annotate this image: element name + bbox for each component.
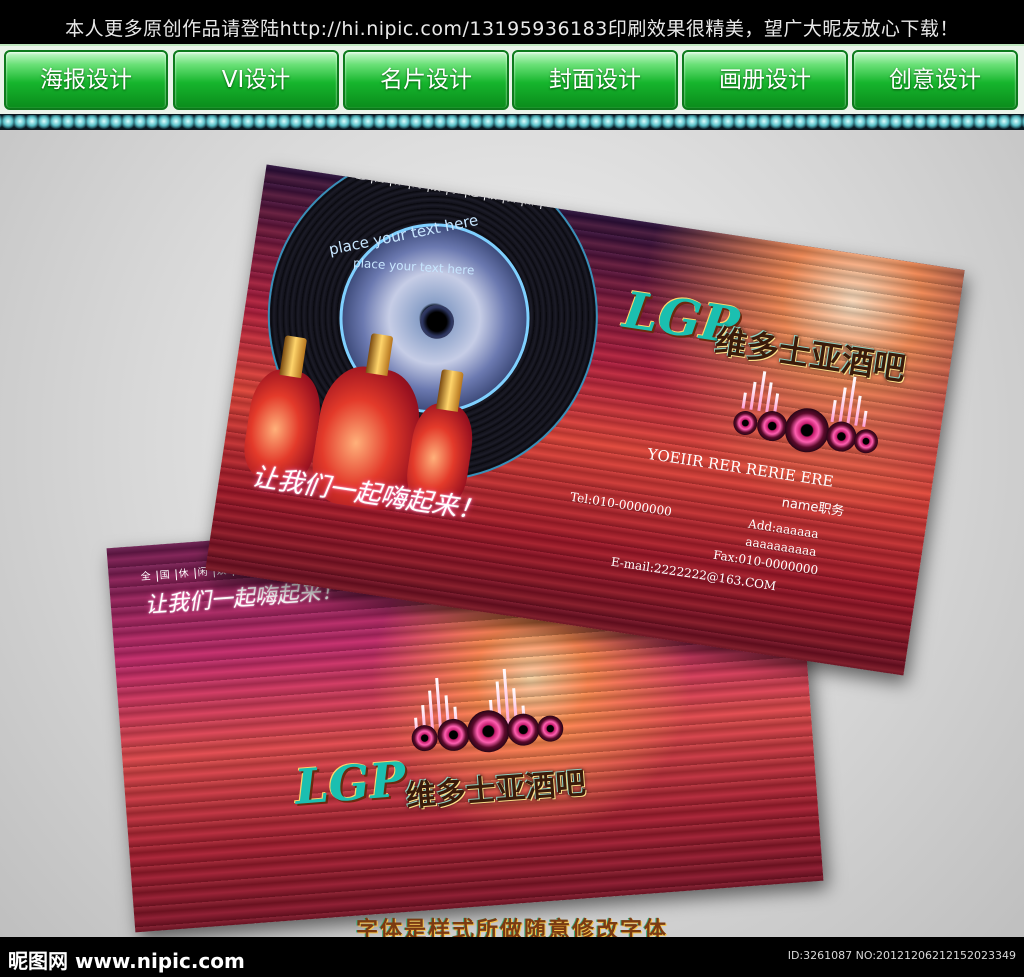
record-hole xyxy=(417,302,457,342)
nipic-watermark: 昵图网 www.nipic.com xyxy=(8,945,245,974)
tel-text: Tel:010-0000000 xyxy=(569,489,673,519)
beaded-divider xyxy=(0,114,1024,130)
speaker-icon xyxy=(852,427,880,455)
promo-banner-text: 本人更多原创作品请登陆http://hi.nipic.com/131959361… xyxy=(65,18,959,40)
bar-logo-name: 维多士亚酒吧 xyxy=(404,766,587,815)
nav-cover-design[interactable]: 封面设计 xyxy=(512,50,678,110)
job-title: name职务 xyxy=(780,495,846,520)
category-nav: 海报设计 VI设计 名片设计 封面设计 画册设计 创意设计 xyxy=(0,44,1024,114)
site-url[interactable]: www.nipic.com xyxy=(75,949,245,973)
speaker-icon xyxy=(731,409,760,437)
site-name-cn: 昵图网 xyxy=(8,949,68,973)
bar-logo-mark: LGP xyxy=(292,751,408,816)
nav-creative-design[interactable]: 创意设计 xyxy=(852,50,1018,110)
nav-card-design[interactable]: 名片设计 xyxy=(343,50,509,110)
nav-vi-design[interactable]: VI设计 xyxy=(173,50,339,110)
speaker-icon xyxy=(536,714,565,743)
nav-brochure-design[interactable]: 画册设计 xyxy=(682,50,848,110)
nav-poster-design[interactable]: 海报设计 xyxy=(4,50,168,110)
image-id: ID:3261087 NO:20121206212152023349 xyxy=(787,949,1016,962)
watermark-strip: 昵图网 www.nipic.com ID:3261087 NO:20121206… xyxy=(0,937,1024,977)
